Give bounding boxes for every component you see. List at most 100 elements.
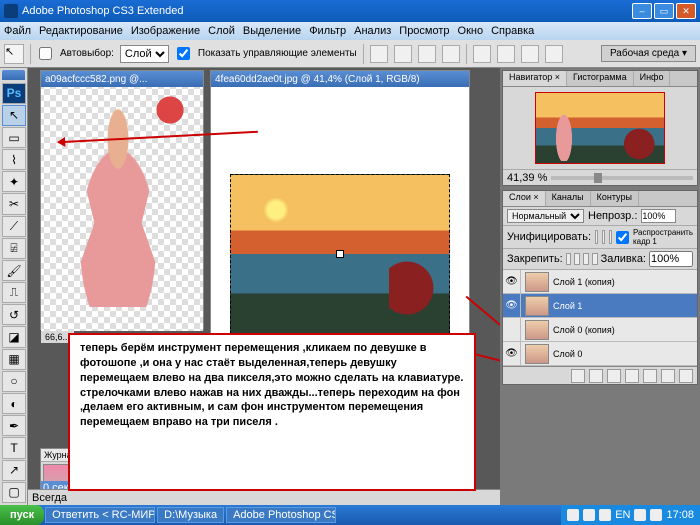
tray-icon[interactable] [583,509,595,521]
align-icon[interactable] [418,45,436,63]
shape-tool[interactable]: ▢ [2,482,26,503]
navigator-panel[interactable]: Навигатор × Гистограмма Инфо 41,39 % [502,70,698,186]
align-icon[interactable] [442,45,460,63]
align-icon[interactable] [370,45,388,63]
tab-info[interactable]: Инфо [634,71,671,86]
mask-icon[interactable] [607,369,621,383]
navigator-thumb[interactable] [535,92,665,164]
menu-help[interactable]: Справка [491,25,534,37]
visibility-icon[interactable] [503,318,521,342]
layer-row[interactable]: Слой 0 (копия) [503,318,697,342]
opacity-input[interactable] [641,209,676,223]
visibility-icon[interactable]: 👁 [503,342,521,366]
distribute-icon[interactable] [545,45,563,63]
doc2-title[interactable]: 4fea60dd2ae0t.jpg @ 41,4% (Слой 1, RGB/8… [211,71,469,87]
tab-channels[interactable]: Каналы [546,191,591,206]
show-controls-checkbox[interactable] [177,47,190,60]
tray-icon[interactable] [599,509,611,521]
unify-icon[interactable] [602,230,605,244]
tray-icon[interactable] [567,509,579,521]
zoom-slider[interactable] [551,176,693,180]
align-icon[interactable] [394,45,412,63]
autoselect-checkbox[interactable] [39,47,52,60]
brush-tool[interactable]: 🖌 [2,260,26,281]
minimize-button[interactable]: – [632,3,652,19]
layer-thumb[interactable] [525,320,549,340]
status-always[interactable]: Всегда [32,492,67,504]
layer-row[interactable]: 👁Слой 1 [503,294,697,318]
menu-select[interactable]: Выделение [243,25,301,37]
menu-filter[interactable]: Фильтр [309,25,346,37]
current-tool-icon[interactable]: ↖ [4,44,24,64]
menu-window[interactable]: Окно [458,25,484,37]
blend-mode-dropdown[interactable]: Нормальный [507,209,584,223]
doc1-title[interactable]: a09acfccc582.png @... [41,71,203,87]
menu-view[interactable]: Просмотр [399,25,449,37]
visibility-icon[interactable]: 👁 [503,270,521,294]
zoom-value[interactable]: 41,39 % [507,172,547,184]
lock-transparency-icon[interactable] [566,253,572,265]
close-button[interactable]: ✕ [676,3,696,19]
transform-handle[interactable] [336,250,344,258]
fill-input[interactable] [649,251,693,267]
tab-layers[interactable]: Слои × [503,191,546,206]
lasso-tool[interactable]: ⌇ [2,149,26,170]
taskbar-item[interactable]: Adobe Photoshop CS... [226,507,336,523]
tray-icon[interactable] [634,509,646,521]
link-icon[interactable] [571,369,585,383]
system-tray[interactable]: EN 17:08 [561,505,700,525]
menu-edit[interactable]: Редактирование [39,25,123,37]
pen-tool[interactable]: ✒ [2,415,26,436]
type-tool[interactable]: T [2,437,26,458]
unify-icon[interactable] [609,230,612,244]
layer-thumb[interactable] [525,296,549,316]
marquee-tool[interactable]: ▭ [2,127,26,148]
propagate-checkbox[interactable] [616,231,629,244]
taskbar-item[interactable]: Ответить < RC-МИР.... [45,507,155,523]
clock[interactable]: 17:08 [666,509,694,521]
start-button[interactable]: пуск [0,505,44,525]
doc2-image[interactable] [230,174,450,334]
workspace-dropdown[interactable]: Рабочая среда ▾ [601,45,696,62]
taskbar-item[interactable]: D:\Музыка [157,507,224,523]
distribute-icon[interactable] [521,45,539,63]
menu-analysis[interactable]: Анализ [354,25,391,37]
ps-icon[interactable]: Ps [2,83,26,104]
lock-position-icon[interactable] [583,253,589,265]
maximize-button[interactable]: ▭ [654,3,674,19]
distribute-icon[interactable] [497,45,515,63]
autoselect-dropdown[interactable]: Слой [120,45,169,63]
menu-layer[interactable]: Слой [208,25,235,37]
path-tool[interactable]: ↗ [2,460,26,481]
adjustment-icon[interactable] [625,369,639,383]
tab-histogram[interactable]: Гистограмма [567,71,634,86]
lock-pixels-icon[interactable] [574,253,580,265]
tray-icon[interactable] [650,509,662,521]
delete-icon[interactable] [679,369,693,383]
menu-file[interactable]: Файл [4,25,31,37]
distribute-icon[interactable] [473,45,491,63]
new-layer-icon[interactable] [661,369,675,383]
wand-tool[interactable]: ✦ [2,171,26,192]
menu-image[interactable]: Изображение [131,25,200,37]
stamp-tool[interactable]: ⎍ [2,282,26,303]
heal-tool[interactable]: ⍯ [2,238,26,259]
tab-paths[interactable]: Контуры [591,191,639,206]
gradient-tool[interactable]: ▦ [2,349,26,370]
language-indicator[interactable]: EN [615,509,630,521]
toolbox-header[interactable] [2,70,25,80]
layers-panel[interactable]: Слои × Каналы Контуры Нормальный Непрозр… [502,190,698,385]
doc1-canvas[interactable] [41,87,203,331]
layer-row[interactable]: 👁Слой 0 [503,342,697,366]
eraser-tool[interactable]: ◪ [2,326,26,347]
lock-all-icon[interactable] [592,253,598,265]
visibility-icon[interactable]: 👁 [503,294,521,318]
document-window-1[interactable]: a09acfccc582.png @... 66,6... [40,70,204,330]
fx-icon[interactable] [589,369,603,383]
layer-thumb[interactable] [525,344,549,364]
dodge-tool[interactable]: ◐ [2,393,26,414]
unify-icon[interactable] [595,230,598,244]
move-tool[interactable]: ↖ [2,105,26,126]
blur-tool[interactable]: ○ [2,371,26,392]
slice-tool[interactable]: ⟋ [2,216,26,237]
